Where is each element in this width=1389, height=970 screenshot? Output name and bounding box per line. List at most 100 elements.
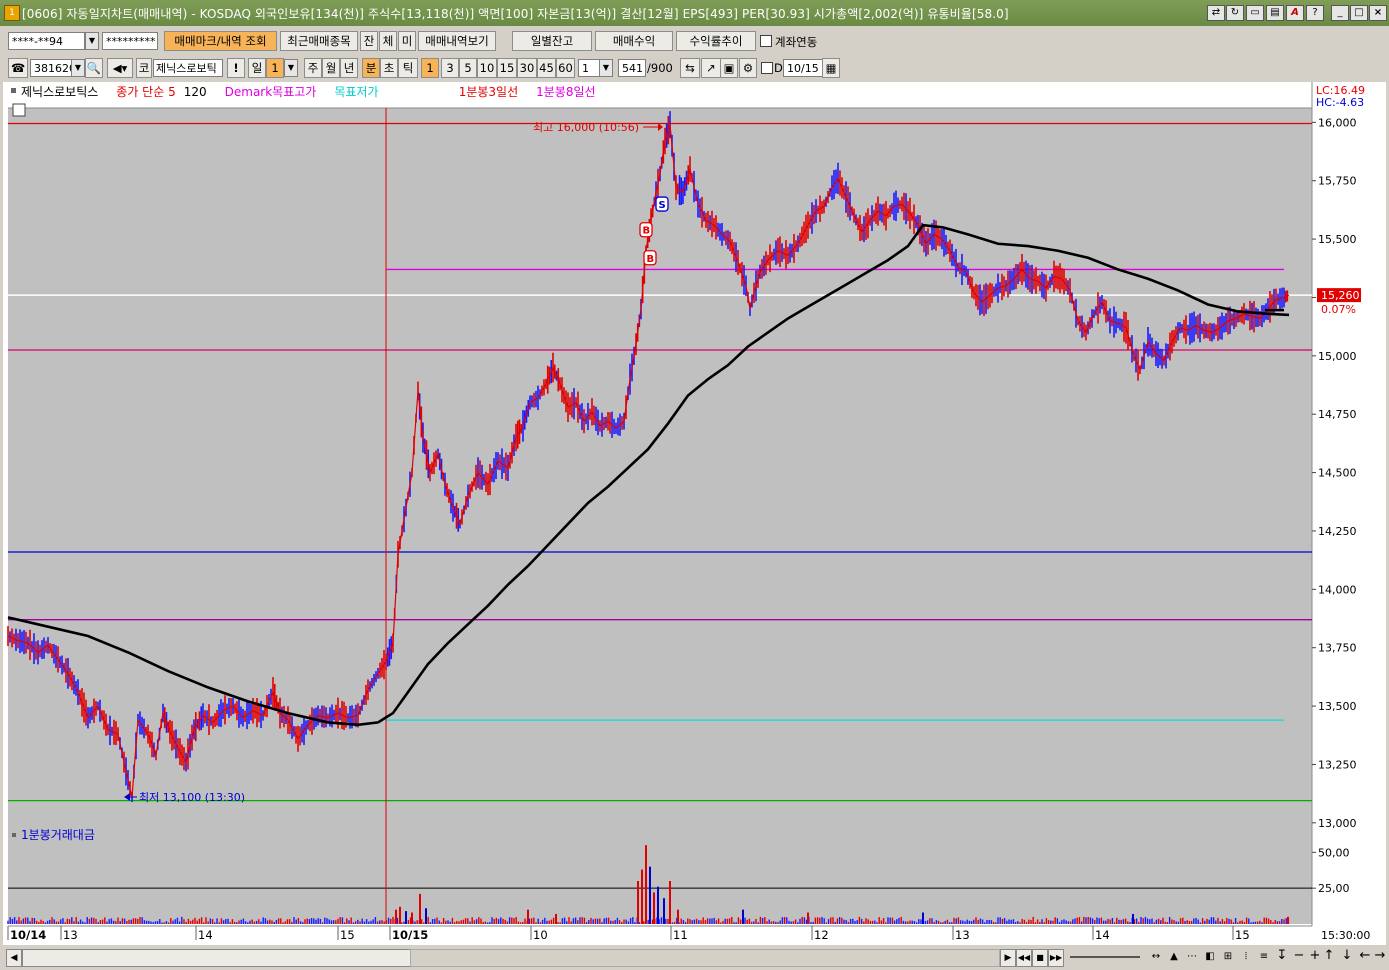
daily-balance-button[interactable]: 일별잔고 [512, 31, 592, 51]
minute-5-button[interactable]: 5 [459, 58, 477, 78]
y-tick-label: 14,250 [1318, 525, 1357, 538]
day-count-dropdown-icon[interactable]: ▼ [284, 59, 298, 77]
balance-button[interactable]: 잔 [360, 31, 378, 51]
period-day-button[interactable]: 일 [248, 58, 266, 78]
link-icon[interactable]: ⇄ [1207, 5, 1225, 21]
account-link-checkbox[interactable] [760, 35, 772, 47]
high-annotation: 최고 16,000 (10:56) [533, 121, 639, 134]
legend-item: 종가 단순 5 [116, 85, 175, 99]
x-tick-label: 12 [814, 928, 829, 942]
code-dropdown-icon[interactable]: ▼ [71, 59, 85, 77]
zoom-slider[interactable] [1070, 956, 1140, 958]
filled-button[interactable]: 체 [379, 31, 397, 51]
trade-history-button[interactable]: 매매내역보기 [418, 31, 496, 51]
minimize-button[interactable]: _ [1331, 5, 1349, 21]
calendar-icon[interactable]: ▦ [822, 58, 840, 78]
period-month-button[interactable]: 월 [322, 58, 340, 78]
alert-button[interactable]: ! [227, 58, 245, 78]
dots-icon[interactable]: ⋯ [1184, 949, 1200, 965]
close-button[interactable]: × [1369, 5, 1387, 21]
speaker-icon[interactable]: ◀▾ [107, 58, 133, 78]
legend-item: 단기과열 [397, 85, 441, 99]
toolbar-account: ****-**94 ▼ ********* 매매마크/내역 조회 최근매매종목 … [0, 26, 1389, 54]
maximize-button[interactable]: □ [1350, 5, 1368, 21]
settings-icon[interactable]: ⚙ [739, 58, 757, 78]
phone-icon[interactable]: ☎ [8, 58, 28, 78]
minute-45-button[interactable]: 45 [537, 58, 556, 78]
x-tick-label: 10/15 [392, 928, 428, 942]
return-trend-button[interactable]: 수익률추이 [676, 31, 756, 51]
grid-icon[interactable]: ⊞ [1220, 949, 1236, 965]
period-year-button[interactable]: 년 [340, 58, 358, 78]
disk-icon[interactable]: ▣ [720, 58, 738, 78]
stock-name-field[interactable]: 제닉스로보틱 [153, 59, 223, 77]
view-icon[interactable]: ◧ [1202, 949, 1218, 965]
volume-panel-label: 1분봉거래대금 [21, 828, 95, 842]
rewind-icon[interactable]: ◀◀ [1016, 949, 1032, 967]
date-check-label: D [774, 61, 783, 75]
minute-3-button[interactable]: 3 [441, 58, 459, 78]
save-icon[interactable]: ▤ [1266, 5, 1284, 21]
refresh-icon[interactable]: ↻ [1226, 5, 1244, 21]
interval-dropdown-icon[interactable]: ▼ [599, 59, 613, 77]
stock-chart[interactable]: 제닉스로보틱스 종가 단순 5 120 Demark목표고가 목표저가 단기과열 1분봉3일… [3, 82, 1386, 946]
arrow-right-icon[interactable]: → [1374, 947, 1386, 965]
minute-10-button[interactable]: 10 [477, 58, 497, 78]
signal-label: B [647, 254, 655, 265]
slider-reset-icon[interactable]: ↔ [1148, 949, 1164, 965]
date-input[interactable]: 10/15 [783, 59, 823, 77]
window-title: [0606] 자동일지차트(매매내역) - KOSDAQ 외국인보유[134(천… [22, 7, 1009, 21]
date-checkbox[interactable] [761, 62, 773, 74]
bars-icon[interactable]: ≡ [1256, 949, 1272, 965]
account-input[interactable]: ****-**94 [8, 32, 85, 50]
interval-input[interactable]: 1 [578, 59, 600, 77]
stock-code-input[interactable]: 381620 [30, 59, 72, 77]
x-tick-label: 10 [533, 928, 548, 942]
period-week-button[interactable]: 주 [304, 58, 322, 78]
period-second-button[interactable]: 초 [380, 58, 398, 78]
account-dropdown-icon[interactable]: ▼ [85, 32, 99, 50]
scroll-right-icon[interactable]: ▶ [1000, 949, 1016, 967]
scrollbar-thumb[interactable] [22, 949, 412, 967]
trade-mark-button[interactable]: 매매마크/내역 조회 [164, 31, 277, 51]
arrow-down-icon[interactable]: ↓ [1340, 947, 1354, 965]
y-tick-label: 15,500 [1318, 233, 1357, 246]
scrollbar-track[interactable] [410, 949, 1000, 967]
zoom-out-icon[interactable]: − [1292, 947, 1306, 965]
period-tick-button[interactable]: 틱 [398, 58, 418, 78]
vertical-lines-icon[interactable]: ⦙ [1238, 949, 1254, 965]
help-icon[interactable]: ? [1306, 5, 1324, 21]
pin-icon[interactable]: ↧ [1276, 947, 1288, 965]
legend-item: 목표저가 [334, 85, 378, 99]
zoom-in-icon[interactable]: + [1308, 947, 1322, 965]
window-icon[interactable]: ▭ [1246, 5, 1264, 21]
x-time-label: 15:30:00 [1321, 929, 1370, 942]
arrow-left-icon[interactable]: ← [1358, 947, 1372, 965]
recent-trades-button[interactable]: 최근매매종목 [280, 31, 358, 51]
legend-item: 1분봉8일선 [536, 85, 595, 99]
x-tick-label: 13 [955, 928, 970, 942]
chart-area[interactable]: 제닉스로보틱스 종가 단순 5 120 Demark목표고가 목표저가 단기과열 1분봉3일… [3, 82, 1386, 946]
scroll-left-icon[interactable]: ◀ [6, 949, 22, 967]
chart-tool-icon[interactable]: ↗ [701, 58, 721, 78]
search-icon[interactable]: 🔍 [85, 58, 103, 78]
minute-30-button[interactable]: 30 [517, 58, 537, 78]
trade-profit-button[interactable]: 매매수익 [595, 31, 673, 51]
legend-item: 1분봉3일선 [459, 85, 518, 99]
minute-15-button[interactable]: 15 [497, 58, 517, 78]
minute-60-button[interactable]: 60 [556, 58, 575, 78]
arrows-icon[interactable]: ⇆ [680, 58, 700, 78]
arrow-up-icon[interactable]: ↑ [1322, 947, 1336, 965]
stop-icon[interactable]: ■ [1032, 949, 1048, 967]
legend-item: 120 [184, 85, 207, 99]
account-link-label: 계좌연동 [775, 35, 818, 49]
alert-icon[interactable]: A [1286, 5, 1304, 21]
password-input[interactable]: ********* [102, 32, 158, 50]
minute-1-button[interactable]: 1 [421, 58, 439, 78]
period-minute-button[interactable]: 분 [362, 58, 380, 78]
count-input[interactable]: 541 [618, 59, 646, 77]
fast-forward-icon[interactable]: ▶▶ [1048, 949, 1064, 967]
day-count-field[interactable]: 1 [266, 58, 284, 78]
mountain-icon[interactable]: ▲ [1166, 949, 1182, 965]
unfilled-button[interactable]: 미 [398, 31, 416, 51]
